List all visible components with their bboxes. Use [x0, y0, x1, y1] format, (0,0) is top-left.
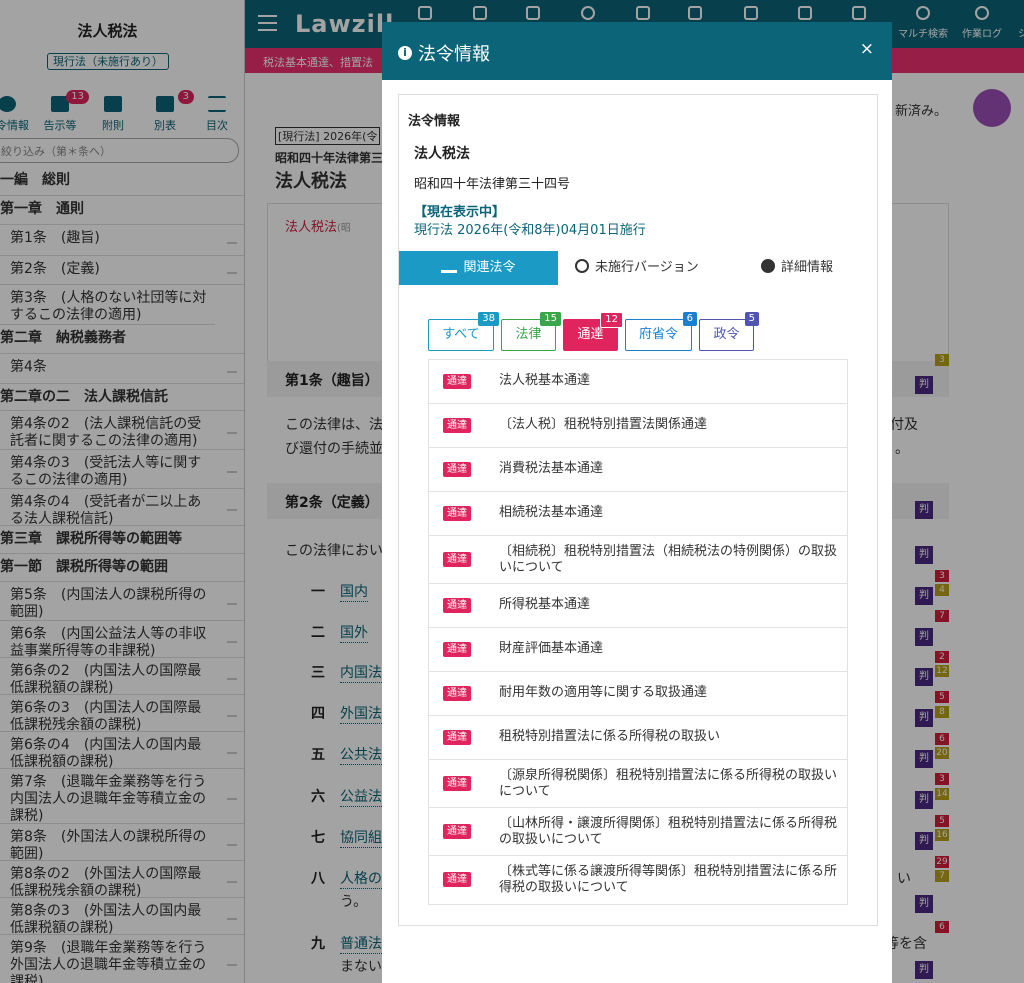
law-info-card: 法令情報 法人税法 昭和四十年法律第三十四号 【現在表示中】 現行法 2026年…	[398, 94, 878, 926]
list-item-label: 相続税法基本通達	[499, 505, 604, 520]
list-item-label: 耐用年数の適用等に関する取扱通達	[499, 685, 708, 700]
clock-icon	[575, 259, 589, 273]
tab-label: 詳細情報	[781, 260, 834, 275]
tab-label: 未施行バージョン	[595, 260, 699, 275]
list-item[interactable]: 通達 財産評価基本通達	[429, 628, 847, 672]
list-item[interactable]: 通達 所得税基本通達	[429, 584, 847, 628]
list-item-label: 〔株式等に係る譲渡所得等関係〕租税特別措置法に係る所得税の取扱いについて	[499, 864, 838, 895]
list-item[interactable]: 通達 〔法人税〕租税特別措置法関係通達	[429, 404, 847, 448]
filter-chip-law[interactable]: 法律 15	[501, 312, 561, 351]
count-badge: 15	[540, 312, 561, 326]
close-button[interactable]: ×	[860, 39, 874, 59]
related-law-list: 通達 法人税基本通達 通達 〔法人税〕租税特別措置法関係通達 通達 消費税法基本通達 …	[428, 359, 848, 905]
category-tag: 通達	[443, 685, 471, 701]
tab-label: 関連法令	[463, 260, 516, 275]
modal-header: i 法令情報 ×	[382, 22, 892, 80]
list-item[interactable]: 通達 耐用年数の適用等に関する取扱通達	[429, 672, 847, 716]
count-badge: 12	[600, 312, 623, 328]
count-badge: 5	[744, 312, 759, 326]
chip-label: 法律	[515, 327, 542, 342]
chip-label: 通達	[577, 327, 604, 342]
list-item-label: 〔源泉所得税関係〕租税特別措置法に係る所得税の取扱いについて	[499, 768, 838, 799]
law-number: 昭和四十年法律第三十四号	[414, 177, 571, 192]
filter-chip-ministerial[interactable]: 府省令 6	[625, 312, 697, 351]
category-tag: 通達	[443, 417, 471, 433]
count-badge: 38	[478, 312, 499, 326]
list-item[interactable]: 通達 〔源泉所得税関係〕租税特別措置法に係る所得税の取扱いについて	[429, 760, 847, 808]
chip-label: 政令	[713, 327, 740, 342]
card-label: 法令情報	[408, 114, 461, 129]
filter-chip-cabinet-order[interactable]: 政令 5	[699, 312, 759, 351]
modal-title: 法令情報	[418, 44, 490, 65]
list-item[interactable]: 通達 相続税法基本通達	[429, 492, 847, 536]
gavel-icon	[441, 259, 458, 273]
list-item[interactable]: 通達 租税特別措置法に係る所得税の取扱い	[429, 716, 847, 760]
law-info-modal: i 法令情報 × 法令情報 法人税法 昭和四十年法律第三十四号 【現在表示中】 …	[382, 22, 892, 983]
law-name: 法人税法	[414, 146, 470, 162]
category-tag: 通達	[443, 551, 471, 567]
list-item[interactable]: 通達 〔相続税〕租税特別措置法（相続税法の特例関係）の取扱いについて	[429, 536, 847, 584]
list-item-label: 租税特別措置法に係る所得税の取扱い	[499, 729, 721, 744]
chip-label: 府省令	[638, 327, 678, 342]
list-item[interactable]: 通達 消費税法基本通達	[429, 448, 847, 492]
category-tag: 通達	[443, 505, 471, 521]
category-tag: 通達	[443, 729, 471, 745]
current-display-status: 【現在表示中】	[414, 205, 506, 220]
list-item-label: 消費税法基本通達	[499, 461, 604, 476]
tab-unenforced-version[interactable]: 未施行バージョン	[575, 251, 699, 285]
category-tag: 通達	[443, 775, 471, 791]
list-item-label: 〔法人税〕租税特別措置法関係通達	[499, 417, 708, 432]
category-tag: 通達	[443, 461, 471, 477]
category-tag: 通達	[443, 597, 471, 613]
chip-label: すべて	[442, 327, 480, 342]
count-badge: 6	[682, 312, 697, 326]
list-item[interactable]: 通達 〔株式等に係る譲渡所得等関係〕租税特別措置法に係る所得税の取扱いについて	[429, 856, 847, 904]
list-item[interactable]: 通達 〔山林所得・譲渡所得関係〕租税特別措置法に係る所得税の取扱いについて	[429, 808, 847, 856]
filter-chip-all[interactable]: すべて 38	[428, 312, 499, 351]
tab-related-laws[interactable]: 関連法令	[399, 251, 558, 285]
list-item-label: 法人税基本通達	[499, 373, 591, 388]
category-tag: 通達	[443, 373, 471, 389]
list-item-label: 所得税基本通達	[499, 597, 591, 612]
filter-chip-circular[interactable]: 通達 12	[563, 312, 623, 351]
info-icon: i	[398, 46, 412, 60]
version-info: 現行法 2026年(令和8年)04月01日施行	[414, 223, 646, 238]
category-tag: 通達	[443, 641, 471, 657]
tab-detail-info[interactable]: 詳細情報	[761, 251, 833, 285]
category-tag: 通達	[443, 872, 471, 887]
list-item-label: 〔相続税〕租税特別措置法（相続税法の特例関係）の取扱いについて	[499, 544, 838, 575]
info-icon	[761, 259, 775, 273]
category-tag: 通達	[443, 823, 471, 839]
list-item-label: 〔山林所得・譲渡所得関係〕租税特別措置法に係る所得税の取扱いについて	[499, 816, 838, 847]
list-item-label: 財産評価基本通達	[499, 641, 604, 656]
list-item[interactable]: 通達 法人税基本通達	[429, 360, 847, 404]
